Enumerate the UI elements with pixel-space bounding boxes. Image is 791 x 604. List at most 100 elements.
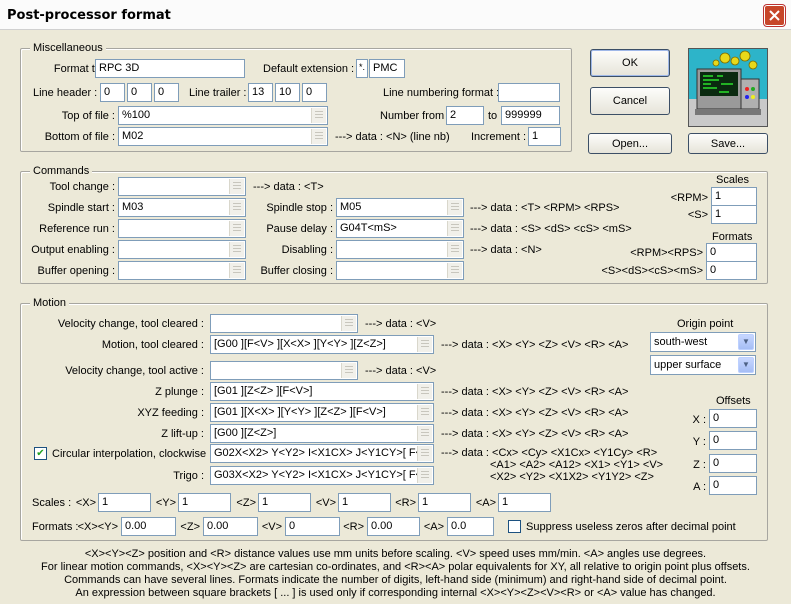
reference-run-input[interactable]	[118, 219, 246, 238]
footer-note-3: Commands can have several lines. Formats…	[64, 574, 727, 586]
scale-r-input[interactable]: 1	[418, 493, 471, 512]
z-liftup-scroll[interactable]	[417, 426, 432, 441]
output-enabling-input[interactable]	[118, 240, 246, 259]
z-plunge-label: Z plunge :	[155, 386, 204, 398]
trigo-input[interactable]: G03X<X2> Y<Y2> I<X1CX> J<Y1CY>[ F<	[210, 466, 434, 485]
disabling-scroll[interactable]	[447, 242, 462, 257]
line-header-label: Line header :	[33, 87, 98, 99]
a-offset-input[interactable]: 0	[709, 476, 757, 495]
spindle-stop-input[interactable]: M05	[336, 198, 464, 217]
line-numbering-input[interactable]	[498, 83, 560, 102]
rpm-scale-label: <RPM>	[670, 192, 708, 204]
spindle-stop-scroll[interactable]	[447, 200, 462, 215]
line-header-input-1[interactable]: 0	[100, 83, 125, 102]
circular-interpolation-checkbox[interactable]: ✔	[34, 447, 47, 460]
z-plunge-scroll[interactable]	[417, 384, 432, 399]
format-a-input[interactable]: 0.0	[447, 517, 494, 536]
chevron-down-icon[interactable]: ▼	[738, 357, 754, 373]
z-liftup-input[interactable]: [G00 ][Z<Z>]	[210, 424, 434, 443]
footer-note-1: <X><Y><Z> position and <R> distance valu…	[84, 548, 707, 560]
pause-data: ---> data : <S> <dS> <cS> <mS>	[470, 223, 632, 235]
velocity-cleared-scroll[interactable]	[341, 316, 356, 331]
xyz-feeding-data: ---> data : <X> <Y> <Z> <V> <R> <A>	[441, 407, 629, 419]
x-offset-input[interactable]: 0	[709, 409, 757, 428]
default-extension-label: Default extension :	[263, 63, 355, 75]
number-to-label: to	[488, 110, 498, 122]
surface-value: upper surface	[654, 359, 722, 371]
pause-delay-input[interactable]: G04T<mS>	[336, 219, 464, 238]
line-trailer-input-3[interactable]: 0	[302, 83, 327, 102]
suppress-zeros-checkbox[interactable]	[508, 520, 521, 533]
bottom-of-file-input[interactable]: M02	[118, 127, 328, 146]
z-offset-input[interactable]: 0	[709, 454, 757, 473]
format-r-input[interactable]: 0.00	[367, 517, 420, 536]
tool-change-data: ---> data : <T>	[253, 181, 324, 193]
motion-cleared-input[interactable]: [G00 ][F<V> ][X<X> ][Y<Y> ][Z<Z>]	[210, 335, 434, 354]
origin-point-select[interactable]: south-west ▼	[650, 332, 756, 352]
line-header-input-2[interactable]: 0	[127, 83, 152, 102]
window-title: Post-processor format	[7, 8, 171, 23]
line-trailer-input-2[interactable]: 10	[275, 83, 300, 102]
format-z-input[interactable]: 0.00	[203, 517, 258, 536]
velocity-cleared-input[interactable]	[210, 314, 358, 333]
circular-interpolation-scroll[interactable]	[417, 446, 432, 461]
trigo-scroll[interactable]	[417, 468, 432, 483]
suppress-zeros-label: Suppress useless zeros after decimal poi…	[526, 521, 736, 533]
scale-z-input[interactable]: 1	[258, 493, 311, 512]
bottom-of-file-scroll[interactable]	[311, 129, 326, 144]
motion-cleared-scroll[interactable]	[417, 337, 432, 352]
top-of-file-label: Top of file :	[61, 110, 115, 122]
chevron-down-icon[interactable]: ▼	[738, 334, 754, 350]
buffer-opening-label: Buffer opening :	[37, 265, 115, 277]
s-scale-input[interactable]: 1	[711, 205, 757, 224]
number-from-input[interactable]: 2	[446, 106, 484, 125]
output-enabling-label: Output enabling :	[31, 244, 115, 256]
check-mark-icon: ✔	[36, 447, 45, 459]
scale-v-input[interactable]: 1	[338, 493, 391, 512]
scale-a-input[interactable]: 1	[498, 493, 551, 512]
ok-button[interactable]: OK	[590, 49, 670, 77]
spindle-data: ---> data : <T> <RPM> <RPS>	[470, 202, 620, 214]
open-button[interactable]: Open...	[588, 133, 672, 154]
buffer-opening-input[interactable]	[118, 261, 246, 280]
save-button[interactable]: Save...	[688, 133, 768, 154]
number-to-input[interactable]: 999999	[501, 106, 560, 125]
tool-change-scroll[interactable]	[229, 179, 244, 194]
xyz-feeding-scroll[interactable]	[417, 405, 432, 420]
bottom-of-file-data: ---> data : <N> (line nb)	[335, 131, 450, 143]
scale-v-label: <V>	[315, 497, 336, 509]
velocity-active-input[interactable]	[210, 361, 358, 380]
buffer-closing-input[interactable]	[336, 261, 464, 280]
scale-y-input[interactable]: 1	[178, 493, 231, 512]
buffer-closing-scroll[interactable]	[447, 263, 462, 278]
pause-delay-scroll[interactable]	[447, 221, 462, 236]
tool-change-input[interactable]	[118, 177, 246, 196]
default-extension-input[interactable]: PMC	[369, 59, 405, 78]
rpm-scale-input[interactable]: 1	[711, 187, 757, 206]
surface-select[interactable]: upper surface ▼	[650, 355, 756, 375]
y-offset-input[interactable]: 0	[709, 431, 757, 450]
format-title-input[interactable]: RPC 3D	[95, 59, 245, 78]
top-of-file-input[interactable]: %100	[118, 106, 328, 125]
velocity-active-scroll[interactable]	[341, 363, 356, 378]
rpm-rps-format-label: <RPM><RPS>	[630, 247, 703, 259]
xyz-feeding-input[interactable]: [G01 ][X<X> ][Y<Y> ][Z<Z> ][F<V>]	[210, 403, 434, 422]
footer-note-4: An expression between square brackets [ …	[75, 587, 716, 599]
cancel-button[interactable]: Cancel	[590, 87, 670, 115]
disabling-input[interactable]	[336, 240, 464, 259]
circular-interpolation-input[interactable]: G02X<X2> Y<Y2> I<X1CX> J<Y1CY>[ F<	[210, 444, 434, 463]
line-trailer-input-1[interactable]: 13	[248, 83, 273, 102]
scale-x-input[interactable]: 1	[98, 493, 151, 512]
format-v-input[interactable]: 0	[285, 517, 340, 536]
s-ds-format-input[interactable]: 0	[706, 261, 757, 280]
extension-star-box: *.	[356, 59, 368, 78]
spindle-start-input[interactable]: M03	[118, 198, 246, 217]
z-plunge-input[interactable]: [G01 ][Z<Z> ][F<V>]	[210, 382, 434, 401]
rpm-rps-format-input[interactable]: 0	[706, 243, 757, 262]
top-of-file-scroll[interactable]	[311, 108, 326, 123]
line-header-input-3[interactable]: 0	[154, 83, 179, 102]
s-ds-format-label: <S><dS><cS><mS>	[601, 265, 703, 277]
close-button[interactable]	[764, 5, 785, 26]
format-xy-input[interactable]: 0.00	[121, 517, 176, 536]
increment-input[interactable]: 1	[528, 127, 561, 146]
